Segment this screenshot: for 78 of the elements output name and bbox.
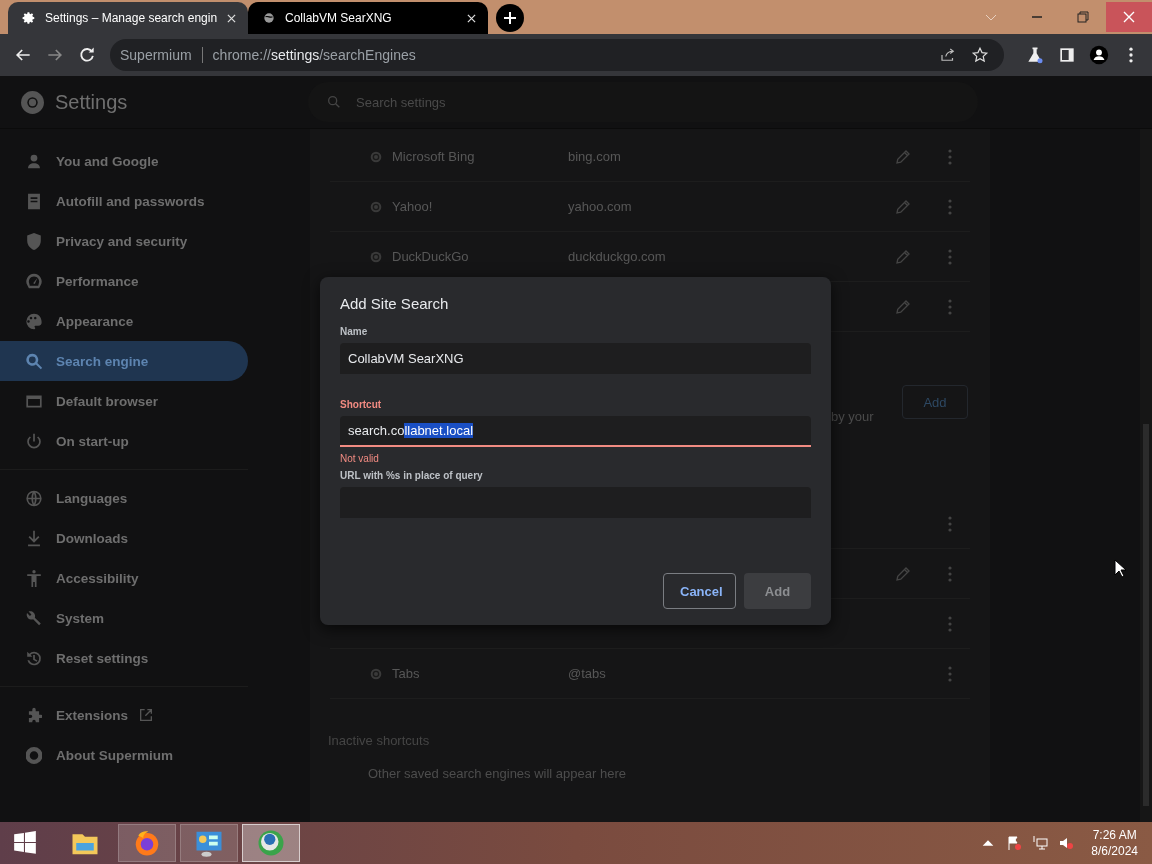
input-field[interactable]: search.collabnet.local bbox=[340, 416, 811, 447]
clock-date[interactable]: 8/6/2024 bbox=[1091, 844, 1138, 858]
gear-icon bbox=[22, 11, 36, 25]
field-label: URL with %s in place of query bbox=[340, 470, 484, 481]
address-bar[interactable]: Supermium chrome://settings/searchEngines bbox=[110, 39, 1004, 71]
url-text: chrome://settings/searchEngines bbox=[212, 47, 416, 63]
taskbar-app[interactable] bbox=[180, 824, 238, 862]
tab-title: CollabVM SearXNG bbox=[285, 11, 393, 25]
tab-title: Settings – Manage search engin bbox=[45, 11, 218, 25]
scrollbar[interactable] bbox=[1140, 129, 1152, 822]
globe-icon bbox=[262, 11, 276, 25]
menu-item-icon bbox=[26, 746, 42, 764]
new-tab-button[interactable] bbox=[496, 4, 524, 32]
menu-item-icon bbox=[26, 432, 42, 450]
settings-title: Settings bbox=[55, 90, 128, 114]
engine-name: DuckDuckGo bbox=[392, 249, 470, 264]
menu-item-icon bbox=[26, 609, 42, 627]
menu-item-icon bbox=[26, 649, 42, 667]
engine-name: Tabs bbox=[392, 666, 421, 681]
speaker-icon[interactable] bbox=[1058, 835, 1075, 851]
sidebar-item[interactable]: You and Google bbox=[0, 141, 248, 181]
profile-icon[interactable] bbox=[1088, 45, 1110, 65]
network-icon[interactable] bbox=[1032, 835, 1049, 851]
close-icon[interactable] bbox=[467, 13, 476, 23]
sidebar-item[interactable]: Privacy and security bbox=[0, 221, 248, 261]
close-button[interactable] bbox=[1106, 2, 1152, 32]
star-icon[interactable] bbox=[970, 46, 990, 64]
menu-item-icon bbox=[26, 272, 42, 290]
engine-name: Microsoft Bing bbox=[392, 149, 476, 164]
add-button[interactable]: Add bbox=[902, 385, 968, 419]
engine-keyword: duckduckgo.com bbox=[568, 249, 667, 264]
menu-item-icon bbox=[26, 152, 42, 170]
dialog-title: Add Site Search bbox=[340, 295, 450, 312]
sidebar-item[interactable]: Downloads bbox=[0, 518, 248, 558]
sidebar-item[interactable]: Search engine bbox=[0, 341, 248, 381]
menu-item-icon bbox=[26, 352, 42, 370]
menu-item-icon bbox=[26, 569, 42, 587]
menu-item-icon bbox=[26, 232, 42, 250]
sidebar-item[interactable]: Reset settings bbox=[0, 638, 248, 678]
cursor-icon bbox=[1114, 559, 1126, 579]
engine-keyword: bing.com bbox=[568, 149, 622, 164]
field-label: Name bbox=[340, 326, 369, 337]
sidebar-item[interactable]: Accessibility bbox=[0, 558, 248, 598]
browser-tab[interactable]: CollabVM SearXNG bbox=[248, 2, 488, 34]
taskbar-app[interactable] bbox=[242, 824, 300, 862]
engine-keyword: @tabs bbox=[568, 666, 607, 681]
restore-icon[interactable] bbox=[1077, 11, 1089, 23]
error-text: Not valid bbox=[340, 453, 380, 464]
close-icon[interactable] bbox=[227, 13, 236, 23]
sidebar-item[interactable]: Languages bbox=[0, 478, 248, 518]
cancel-button[interactable]: Cancel bbox=[663, 573, 736, 609]
clock-time[interactable]: 7:26 AM bbox=[1092, 828, 1137, 842]
menu-item-icon bbox=[26, 312, 42, 330]
menu-item-icon bbox=[26, 529, 42, 547]
sidebar-item[interactable]: Extensions bbox=[0, 695, 248, 735]
settings-logo-icon bbox=[20, 89, 45, 115]
flag-icon[interactable] bbox=[1006, 835, 1023, 851]
sidebar-item[interactable]: Performance bbox=[0, 261, 248, 301]
plus-icon bbox=[504, 12, 516, 24]
search-icon bbox=[326, 94, 342, 110]
menu-item-icon bbox=[26, 192, 42, 210]
sidebar-item[interactable]: System bbox=[0, 598, 248, 638]
close-icon bbox=[1123, 11, 1135, 23]
engine-name: Yahoo! bbox=[392, 199, 434, 214]
field-label: Shortcut bbox=[340, 399, 383, 410]
site-label: Supermium bbox=[120, 47, 192, 63]
windows-start-icon[interactable] bbox=[12, 830, 38, 856]
input-field[interactable]: CollabVM SearXNG bbox=[340, 343, 811, 374]
browser-icon bbox=[256, 828, 286, 858]
engine-keyword: yahoo.com bbox=[568, 199, 633, 214]
sidebar-item[interactable]: On start-up bbox=[0, 421, 248, 461]
browser-tab[interactable]: Settings – Manage search engin bbox=[8, 2, 248, 34]
sidebar-item[interactable]: About Supermium bbox=[0, 735, 248, 775]
sidebar-item[interactable]: Autofill and passwords bbox=[0, 181, 248, 221]
menu-item-icon bbox=[26, 489, 42, 507]
sidebar-item[interactable]: Appearance bbox=[0, 301, 248, 341]
menu-item-icon bbox=[26, 706, 42, 724]
sidebar-item[interactable]: Default browser bbox=[0, 381, 248, 421]
